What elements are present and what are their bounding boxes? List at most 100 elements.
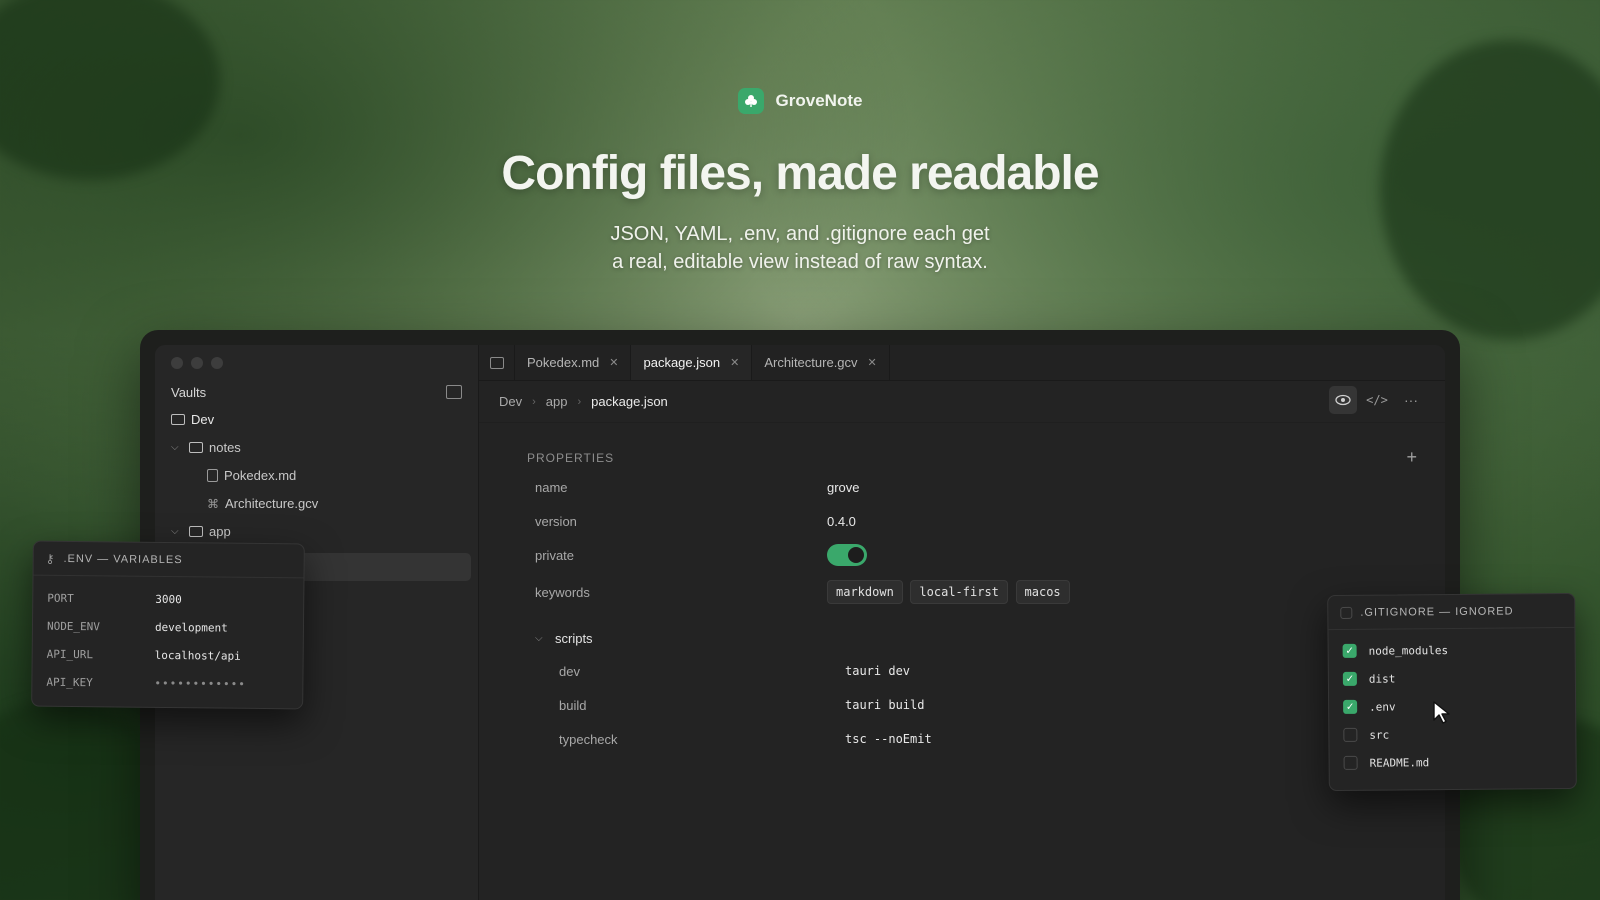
scripts-group-toggle[interactable]: ⌵ scripts (535, 631, 593, 646)
editor-main: Pokedex.md ✕ package.json ✕ Architecture… (479, 345, 1445, 900)
chevron-down-icon: ⌵ (171, 526, 179, 537)
sidebar-toggle-icon (489, 356, 504, 369)
gitignore-entry: src (1369, 728, 1390, 742)
property-key: keywords (535, 584, 590, 600)
env-variables-panel: ⚷ .ENV — VARIABLES PORT 3000 NODE_ENV de… (31, 540, 305, 710)
more-options-icon[interactable]: ··· (1397, 386, 1425, 414)
checkbox-unchecked[interactable] (1343, 727, 1358, 742)
subheadline-line: JSON, YAML, .env, and .gitignore each ge… (610, 223, 990, 245)
checkbox-unchecked[interactable] (1343, 755, 1358, 770)
property-row-keywords[interactable]: keywords markdown local-first macos (535, 580, 1074, 604)
tab-bar: Pokedex.md ✕ package.json ✕ Architecture… (479, 345, 1445, 381)
page-subheadline: JSON, YAML, .env, and .gitignore each ge… (0, 220, 1600, 276)
preview-eye-icon[interactable] (1329, 386, 1357, 414)
tree-item-label: Dev (191, 412, 215, 427)
property-value[interactable]: 0.4.0 (827, 514, 856, 529)
tab-label: Architecture.gcv (764, 355, 858, 370)
script-row-build[interactable]: build tauri build (559, 698, 924, 713)
brand-name: GroveNote (775, 91, 863, 110)
tab-architecture[interactable]: Architecture.gcv ✕ (752, 345, 890, 380)
code-view-icon[interactable]: </> (1363, 386, 1391, 414)
gitignore-row[interactable]: README.md (1343, 755, 1430, 770)
private-toggle[interactable] (827, 544, 867, 566)
scripts-label: scripts (555, 631, 593, 646)
tab-pokedex[interactable]: Pokedex.md ✕ (515, 345, 632, 380)
env-key: API_KEY (46, 675, 93, 690)
window-controls (171, 357, 223, 369)
env-value-masked[interactable]: •••••••••••• (154, 677, 246, 691)
tree-item-dev[interactable]: Dev (171, 412, 214, 427)
property-row-private[interactable]: private (535, 544, 867, 566)
page-headline: Config files, made readable (501, 147, 1099, 200)
mouse-pointer-icon (1432, 700, 1452, 729)
close-icon[interactable]: ✕ (609, 356, 618, 369)
folder-icon (189, 442, 203, 453)
env-value[interactable]: 3000 (155, 593, 182, 606)
keyword-chip[interactable]: macos (1015, 580, 1070, 604)
property-key: version (535, 514, 577, 529)
folder-icon (189, 526, 203, 537)
key-icon: ⚷ (45, 551, 56, 566)
minimize-window-button[interactable] (191, 357, 203, 369)
close-window-button[interactable] (171, 357, 183, 369)
gitignore-entry: README.md (1369, 755, 1430, 770)
property-row-name[interactable]: name grove (535, 480, 860, 495)
script-key: typecheck (559, 732, 618, 747)
env-value[interactable]: localhost/api (155, 649, 241, 663)
env-key: NODE_ENV (46, 619, 101, 634)
chevron-down-icon: ⌵ (535, 633, 543, 644)
new-folder-icon[interactable] (446, 385, 462, 399)
gitignore-entry: node_modules (1368, 643, 1449, 658)
checkbox-checked[interactable]: ✓ (1343, 699, 1358, 714)
script-row-typecheck[interactable]: typecheck tsc --noEmit (559, 732, 932, 747)
gitignore-entry: dist (1368, 671, 1396, 686)
zoom-window-button[interactable] (211, 357, 223, 369)
env-row[interactable]: API_KEY •••••••••••• (46, 676, 246, 691)
script-value[interactable]: tauri build (845, 698, 924, 713)
gitignore-row[interactable]: ✓ .env (1343, 699, 1396, 714)
checkbox-checked[interactable]: ✓ (1342, 671, 1357, 686)
script-row-dev[interactable]: dev tauri dev (559, 664, 910, 679)
file-icon (207, 469, 218, 482)
breadcrumb-item[interactable]: app (546, 394, 568, 409)
panel-title: .GITIGNORE — IGNORED (1328, 593, 1575, 631)
property-key: private (535, 547, 575, 563)
sidebar-toggle-button[interactable] (479, 345, 515, 380)
env-row[interactable]: PORT 3000 (47, 592, 182, 606)
keyword-chip[interactable]: markdown (827, 580, 903, 604)
property-key: name (535, 480, 568, 495)
folder-icon (171, 414, 185, 425)
close-icon[interactable]: ✕ (730, 356, 739, 369)
env-row[interactable]: NODE_ENV development (47, 620, 228, 635)
gitignore-panel: .GITIGNORE — IGNORED ✓ node_modules ✓ di… (1327, 592, 1577, 792)
tree-item-app[interactable]: ⌵ app (171, 524, 231, 539)
env-key: PORT (47, 591, 74, 606)
script-key: dev (559, 664, 580, 679)
breadcrumb: Dev › app › package.json (479, 381, 1445, 423)
gitignore-panel-title: .GITIGNORE — IGNORED (1360, 604, 1514, 619)
checkbox-icon (1340, 606, 1353, 619)
tab-package-json[interactable]: package.json ✕ (631, 345, 753, 380)
vaults-label: Vaults (171, 385, 207, 400)
add-property-icon[interactable]: + (1406, 447, 1417, 468)
keyword-chip[interactable]: local-first (910, 580, 1008, 604)
close-icon[interactable]: ✕ (868, 356, 877, 369)
gitignore-row[interactable]: src (1343, 727, 1390, 742)
property-value[interactable]: grove (827, 480, 860, 495)
tree-item-pokedex[interactable]: Pokedex.md (207, 468, 296, 483)
checkbox-checked[interactable]: ✓ (1342, 643, 1357, 658)
breadcrumb-item[interactable]: Dev (499, 394, 522, 409)
script-value[interactable]: tsc --noEmit (845, 732, 932, 747)
gitignore-row[interactable]: ✓ node_modules (1342, 643, 1449, 658)
panel-title: ⚷ .ENV — VARIABLES (33, 541, 304, 579)
env-row[interactable]: API_URL localhost/api (47, 648, 241, 663)
env-panel-title: .ENV — VARIABLES (63, 552, 183, 566)
chevron-right-icon: › (532, 395, 536, 408)
env-value[interactable]: development (155, 621, 228, 635)
tree-item-notes[interactable]: ⌵ notes (171, 440, 241, 455)
tree-item-architecture[interactable]: ⌘ Architecture.gcv (207, 496, 318, 511)
script-value[interactable]: tauri dev (845, 664, 910, 679)
view-toolbar: </> ··· (1329, 383, 1425, 417)
property-row-version[interactable]: version 0.4.0 (535, 514, 856, 529)
gitignore-row[interactable]: ✓ dist (1342, 671, 1396, 686)
